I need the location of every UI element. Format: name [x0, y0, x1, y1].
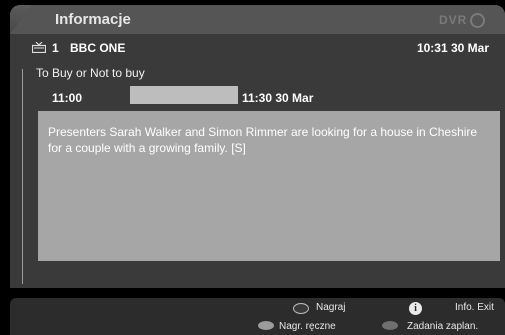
- divider-line: [22, 69, 23, 284]
- schedule-label[interactable]: Zadania zaplan.: [407, 321, 478, 332]
- info-window: Informacje DVR 1 BBC ONE 10:31 30 Mar To…: [10, 5, 505, 288]
- program-description-box: Presenters Sarah Walker and Simon Rimmer…: [38, 111, 500, 261]
- channel-name: BBC ONE: [70, 41, 126, 55]
- dvr-logo-text: DVR: [439, 13, 468, 27]
- record-label[interactable]: Nagraj: [316, 302, 345, 313]
- program-progress-bar: [130, 86, 238, 104]
- info-icon[interactable]: i: [409, 302, 422, 315]
- current-time: 10:31 30 Mar: [416, 41, 489, 55]
- info-exit-label[interactable]: Info. Exit: [455, 302, 494, 313]
- grey-oval-button-icon[interactable]: [258, 321, 274, 330]
- circle-button-icon[interactable]: [293, 303, 309, 314]
- button-guide-bar: Nagraj i Info. Exit Nagr. ręczne Zadania…: [10, 298, 505, 335]
- program-description: Presenters Sarah Walker and Simon Rimmer…: [48, 125, 478, 155]
- manual-record-label[interactable]: Nagr. ręczne: [279, 321, 336, 332]
- dvr-logo-ring-icon: [470, 13, 485, 28]
- channel-number: 1: [52, 41, 59, 55]
- channel-row: 1 BBC ONE 10:31 30 Mar: [10, 35, 505, 59]
- program-start-time: 11:00: [52, 91, 83, 105]
- title-bar: Informacje DVR: [10, 5, 505, 34]
- dvr-logo: DVR: [435, 12, 493, 29]
- program-title: To Buy or Not to buy: [36, 66, 145, 80]
- program-end-time: 11:30 30 Mar: [242, 91, 314, 105]
- window-title: Informacje: [55, 11, 131, 28]
- tv-icon: [32, 42, 46, 53]
- grey-oval-button-icon[interactable]: [382, 321, 398, 330]
